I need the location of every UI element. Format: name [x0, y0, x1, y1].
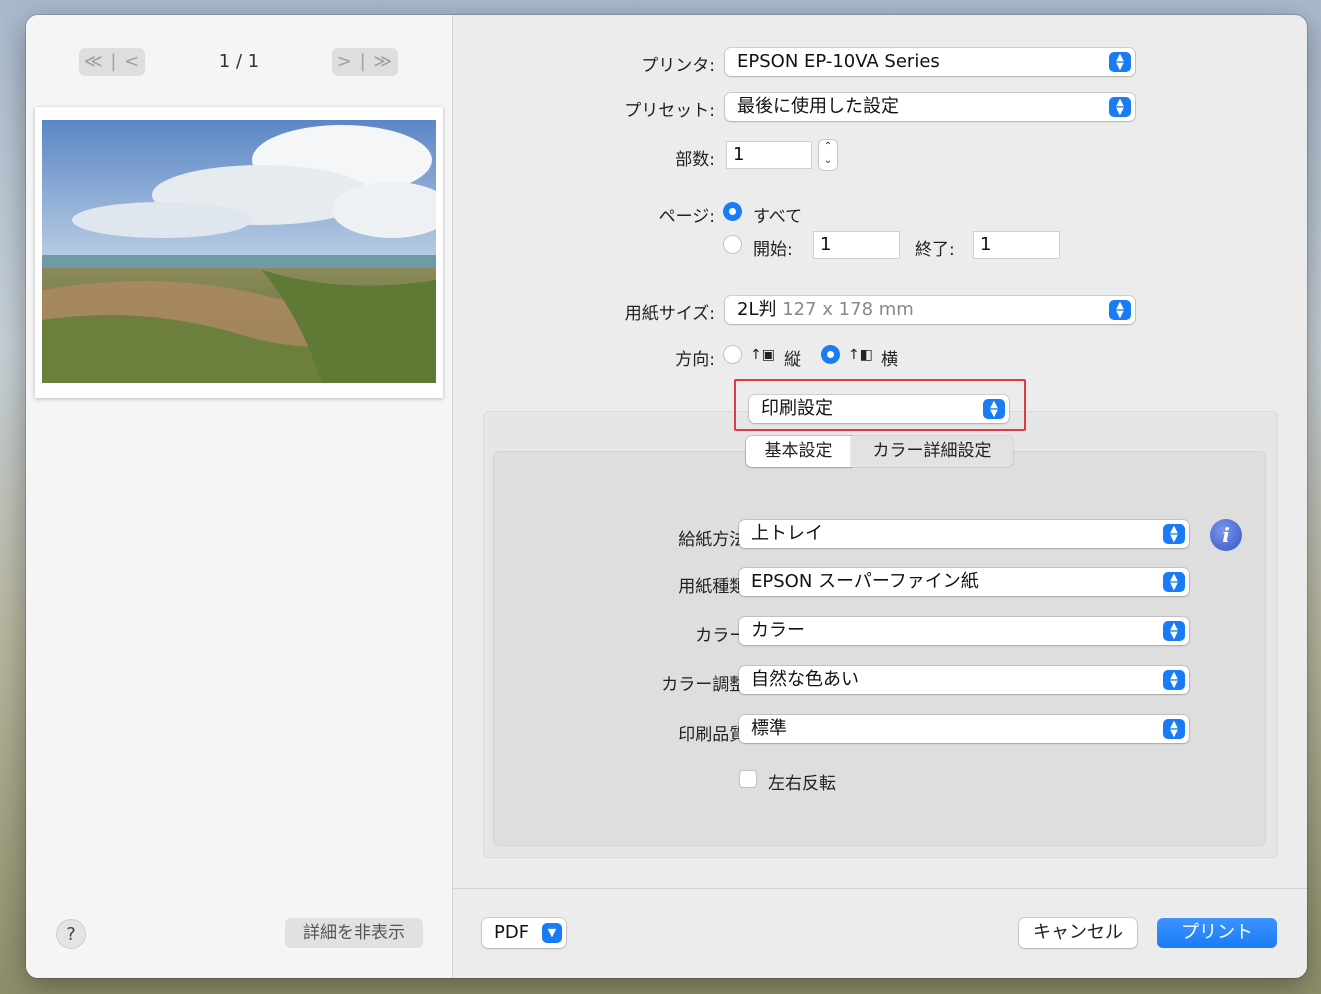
chevron-down-icon: ▼: [542, 923, 562, 943]
printer-label: プリンタ:: [641, 56, 715, 76]
pages-all-label: すべて: [753, 207, 803, 227]
pages-to-field[interactable]: 1: [973, 231, 1060, 259]
page-counter: 1 / 1: [218, 51, 260, 72]
pages-range-radio[interactable]: [723, 235, 742, 254]
copies-label: 部数:: [675, 150, 715, 170]
print-quality-value: 標準: [751, 718, 787, 739]
paper-size-value: 2L判: [737, 299, 777, 320]
hide-details-button[interactable]: 詳細を非表示: [285, 918, 423, 948]
color-adjust-select[interactable]: 自然な色あい ▲ ▼: [739, 666, 1189, 694]
pages-label: ページ:: [658, 207, 715, 227]
feed-method-select[interactable]: 上トレイ ▲ ▼: [739, 520, 1189, 548]
updown-arrows-icon: ▲ ▼: [1163, 719, 1185, 739]
mirror-label: 左右反転: [768, 774, 836, 794]
paper-type-value: EPSON スーパーファイン紙: [751, 571, 979, 592]
orientation-portrait-label: 縦: [784, 350, 801, 370]
paper-size-select[interactable]: 2L判 127 x 178 mm ▲ ▼: [725, 296, 1135, 324]
settings-pane: プリンタ: EPSON EP-10VA Series ▲ ▼ プリセット: 最後に…: [453, 15, 1307, 978]
updown-arrows-icon: ▲ ▼: [1109, 97, 1131, 117]
orientation-landscape-label: 横: [881, 350, 898, 370]
updown-arrows-icon: ▲ ▼: [1109, 52, 1131, 72]
updown-arrows-icon: ▲ ▼: [1163, 621, 1185, 641]
copies-field[interactable]: 1: [726, 141, 812, 169]
pages-from-label: 開始:: [753, 240, 793, 260]
landscape-person-icon: ↑◧: [848, 347, 873, 363]
footer-divider: [453, 888, 1307, 889]
orientation-portrait-radio[interactable]: [723, 345, 742, 364]
portrait-person-icon: ↑▣: [750, 347, 775, 363]
color-adjust-value: 自然な色あい: [751, 669, 859, 690]
orientation-label: 方向:: [675, 350, 715, 370]
preview-photo: [42, 120, 436, 383]
first-page-button[interactable]: ≪ | <: [79, 48, 145, 76]
color-select[interactable]: カラー ▲ ▼: [739, 617, 1189, 645]
help-button[interactable]: ?: [56, 919, 86, 949]
print-quality-select[interactable]: 標準 ▲ ▼: [739, 715, 1189, 743]
settings-inner-box: [493, 451, 1266, 846]
print-button[interactable]: プリント: [1157, 918, 1277, 948]
preset-select[interactable]: 最後に使用した設定 ▲ ▼: [725, 93, 1135, 121]
paper-type-select[interactable]: EPSON スーパーファイン紙 ▲ ▼: [739, 568, 1189, 596]
pages-from-field[interactable]: 1: [813, 231, 900, 259]
updown-arrows-icon: ▲ ▼: [1163, 524, 1185, 544]
preview-pane: ≪ | < 1 / 1 > | ≫ ? 詳細を非表示: [26, 15, 453, 978]
info-icon[interactable]: i: [1210, 519, 1242, 551]
updown-arrows-icon: ▲ ▼: [1163, 572, 1185, 592]
preview-paper: [35, 107, 443, 398]
pdf-label: PDF: [494, 922, 530, 943]
pdf-menu-button[interactable]: PDF ▼: [482, 918, 566, 948]
printer-value: EPSON EP-10VA Series: [737, 51, 940, 72]
orientation-landscape-radio[interactable]: [821, 345, 840, 364]
mirror-checkbox[interactable]: [739, 770, 757, 788]
preset-value: 最後に使用した設定: [737, 96, 899, 117]
paper-size-detail: 127 x 178 mm: [782, 299, 914, 320]
paper-size-label: 用紙サイズ:: [624, 304, 715, 324]
pages-all-radio[interactable]: [723, 202, 742, 221]
next-page-button[interactable]: > | ≫: [332, 48, 398, 76]
tab-color-detail-settings[interactable]: カラー詳細設定: [851, 436, 1013, 467]
printer-select[interactable]: EPSON EP-10VA Series ▲ ▼: [725, 48, 1135, 76]
cancel-button[interactable]: キャンセル: [1019, 918, 1137, 948]
highlight-annotation: [734, 379, 1026, 431]
feed-method-value: 上トレイ: [751, 523, 823, 544]
print-dialog: ≪ | < 1 / 1 > | ≫ ? 詳細を非表示 プリンタ: EPSON E…: [26, 15, 1307, 978]
updown-arrows-icon: ▲ ▼: [1163, 670, 1185, 690]
copies-stepper[interactable]: ⌃ ⌄: [819, 140, 837, 170]
pages-to-label: 終了:: [915, 240, 955, 260]
preset-label: プリセット:: [624, 101, 715, 121]
color-value: カラー: [751, 620, 805, 641]
updown-arrows-icon: ▲ ▼: [1109, 300, 1131, 320]
tab-basic-settings[interactable]: 基本設定: [746, 436, 851, 467]
